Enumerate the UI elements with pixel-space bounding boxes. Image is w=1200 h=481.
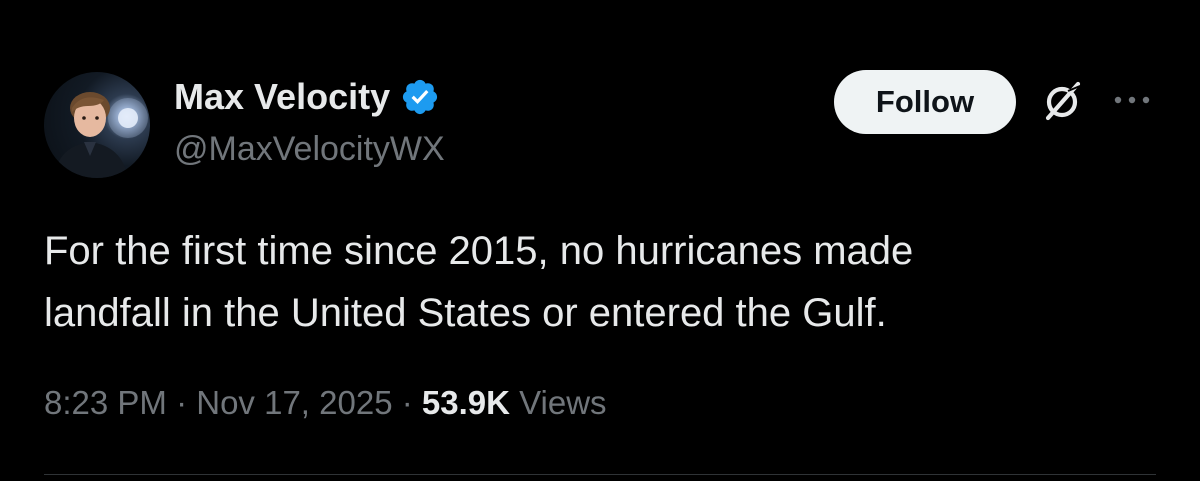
avatar-photo-icon <box>54 92 148 178</box>
author-name-row: Max Velocity <box>174 76 440 118</box>
views-label: Views <box>519 384 607 421</box>
verified-badge-icon <box>403 79 438 115</box>
tweet-date[interactable]: Nov 17, 2025 <box>196 384 392 422</box>
more-options-icon[interactable] <box>1108 88 1156 112</box>
tweet-text: For the first time since 2015, no hurric… <box>44 229 914 335</box>
views-count[interactable]: 53.9K <box>422 384 510 422</box>
divider <box>44 474 1156 475</box>
author-display-name[interactable]: Max Velocity <box>174 76 390 118</box>
meta-separator: · <box>392 384 422 421</box>
tweet-time[interactable]: 8:23 PM <box>44 384 167 422</box>
author-avatar[interactable] <box>44 72 150 178</box>
grok-icon[interactable] <box>1038 78 1086 126</box>
tweet: Max Velocity @MaxVelocityWX Follow For t… <box>0 0 1200 481</box>
meta-separator: · <box>166 384 197 421</box>
follow-button[interactable]: Follow <box>834 70 1016 134</box>
author-handle[interactable]: @MaxVelocityWX <box>174 130 445 169</box>
tweet-meta: 8:23 PM · Nov 17, 2025 · 53.9K Views <box>44 384 607 422</box>
views-spacer <box>510 384 519 422</box>
